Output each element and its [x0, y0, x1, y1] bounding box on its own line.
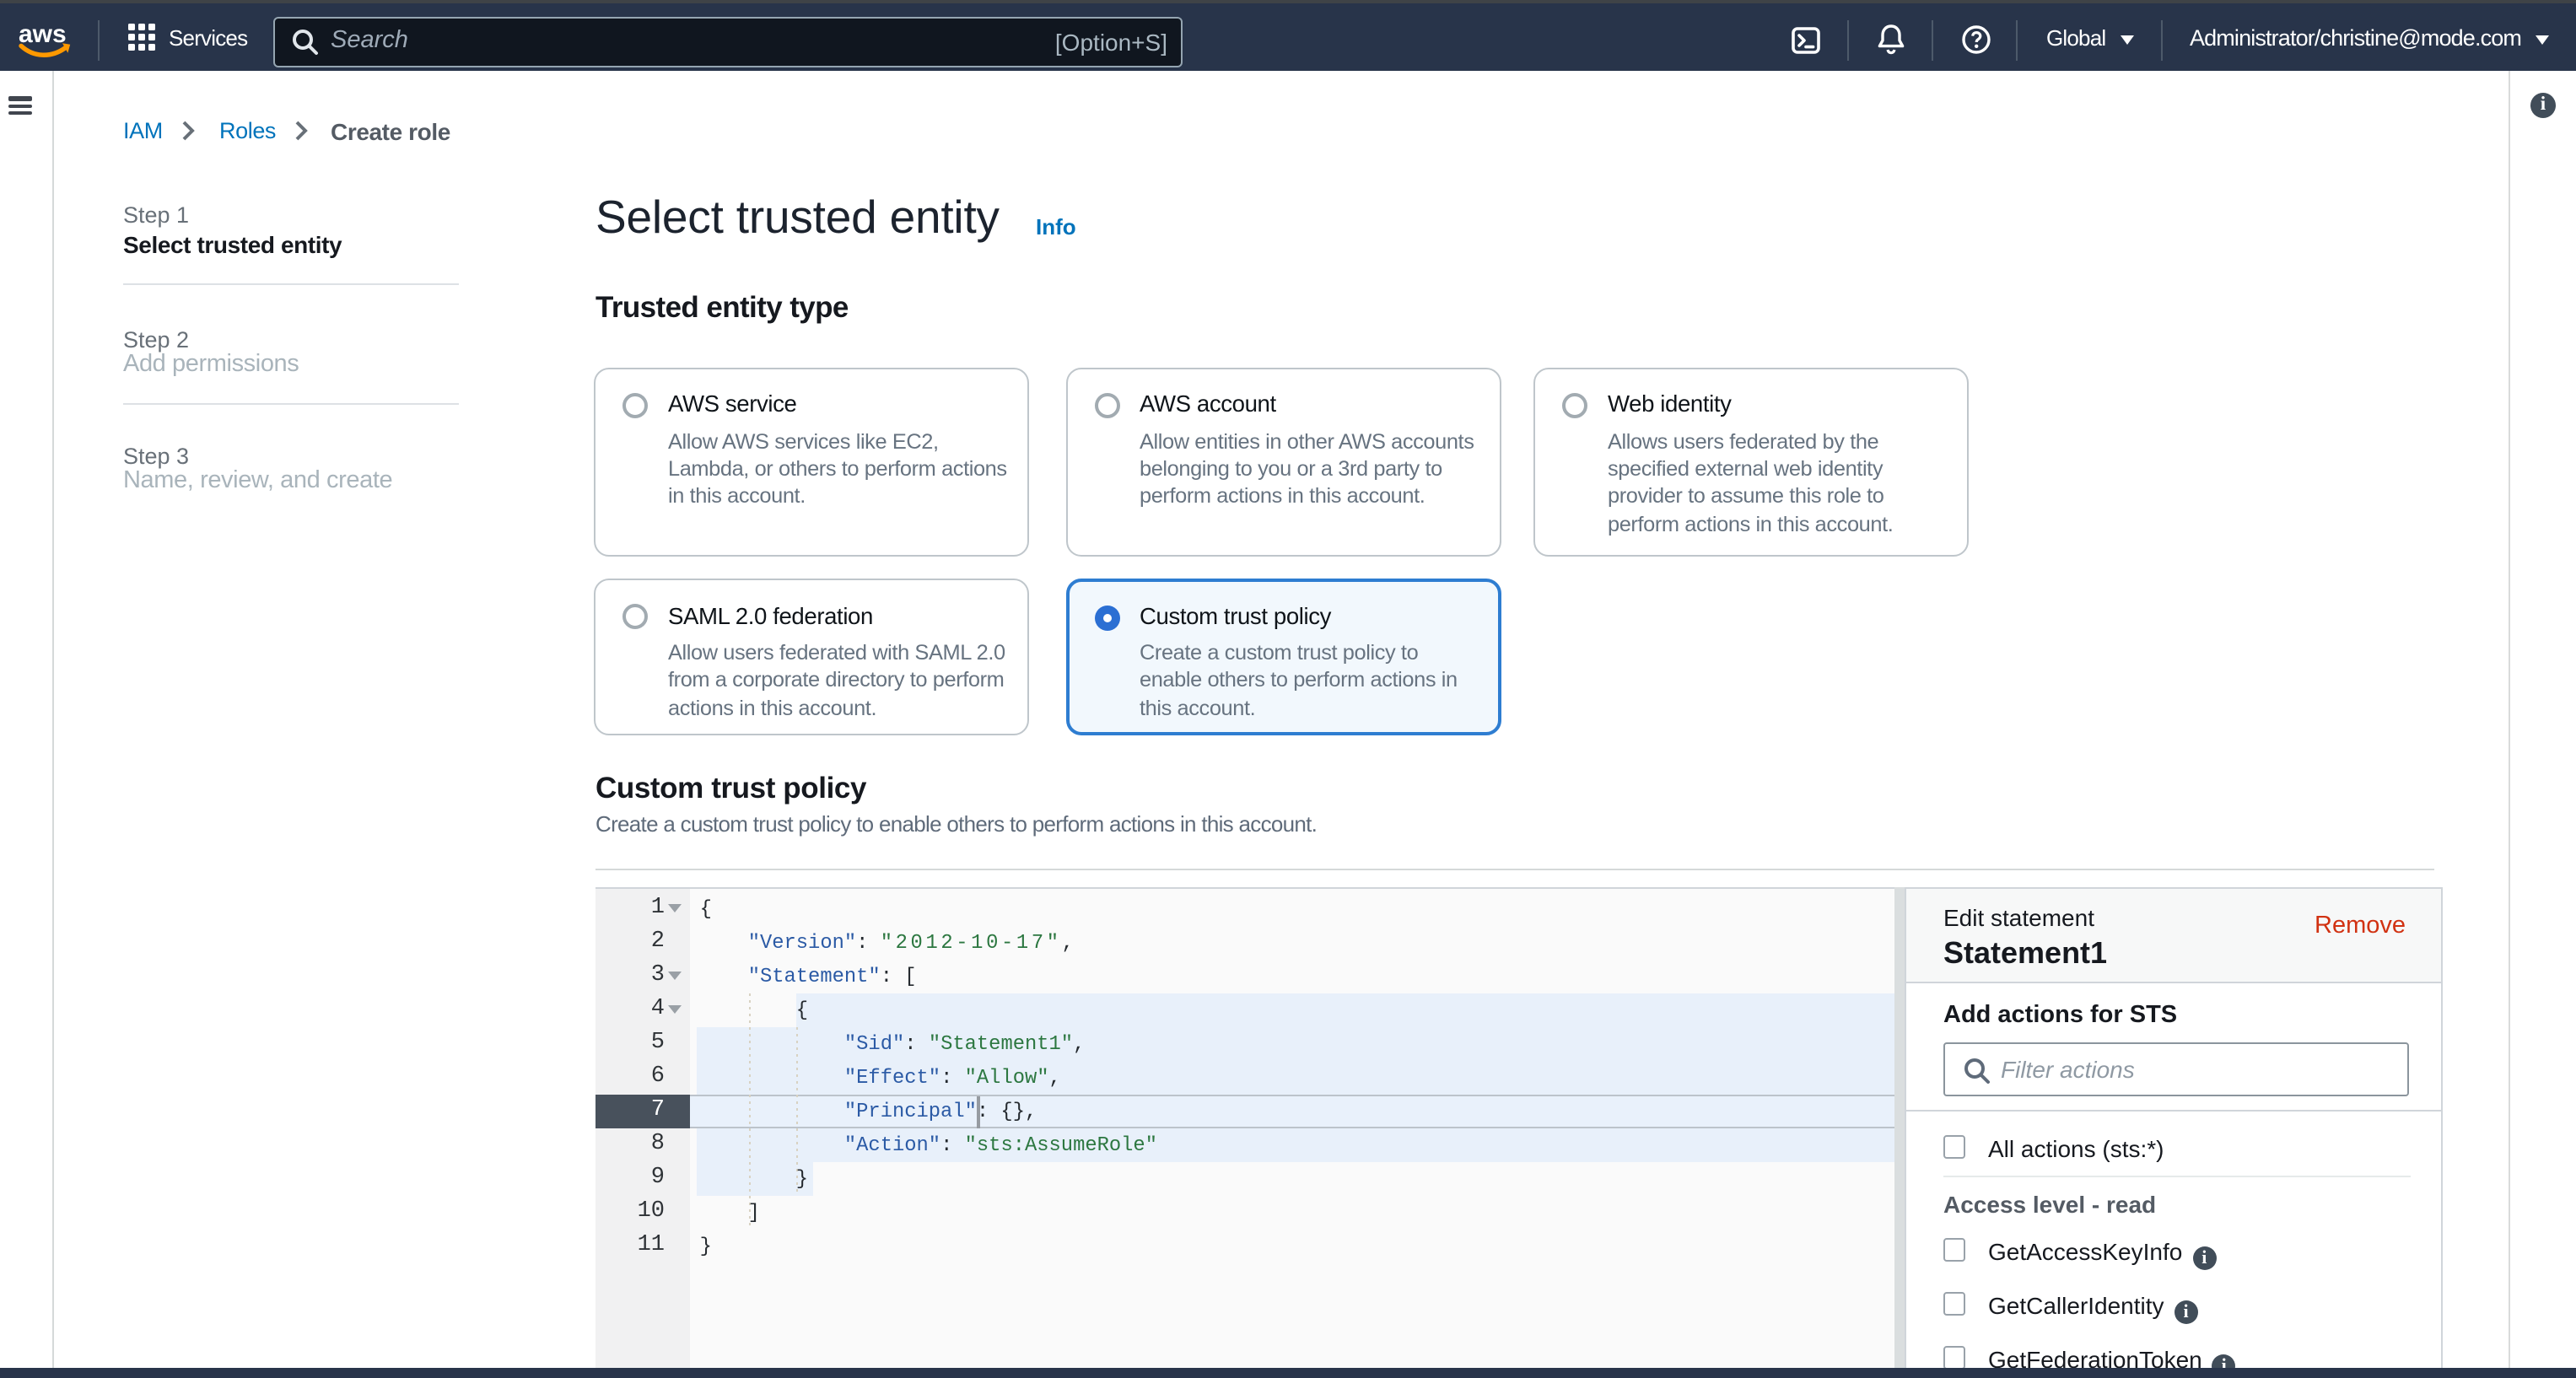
- svg-text:aws: aws: [19, 20, 67, 48]
